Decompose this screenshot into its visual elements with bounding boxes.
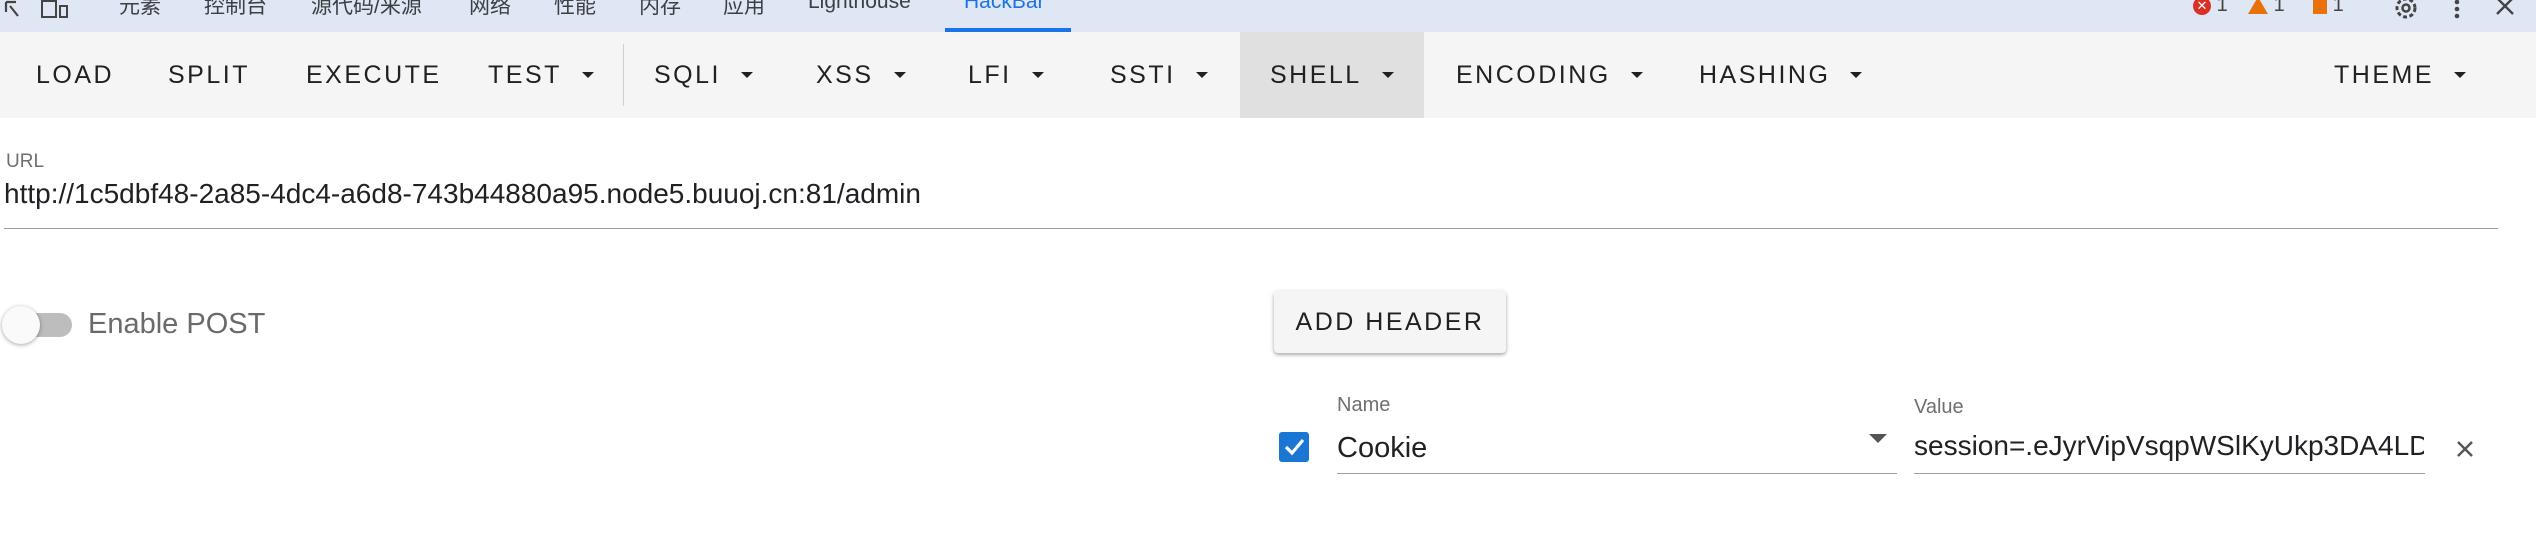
encoding-menu-button[interactable]: ENCODING bbox=[1440, 32, 1659, 118]
toggle-thumb[interactable] bbox=[2, 306, 40, 344]
theme-label: THEME bbox=[2334, 60, 2434, 89]
url-input-underline bbox=[4, 228, 2498, 229]
add-header-button[interactable]: ADD HEADER bbox=[1274, 291, 1506, 353]
execute-label: EXECUTE bbox=[306, 60, 442, 89]
tab-lighthouse[interactable]: Lighthouse bbox=[808, 0, 911, 14]
header-enabled-checkbox[interactable] bbox=[1279, 432, 1309, 462]
header-name-select[interactable]: Cookie bbox=[1337, 432, 1427, 465]
device-toggle-icon[interactable] bbox=[40, 0, 70, 20]
error-icon: ✕ bbox=[2193, 0, 2211, 15]
lfi-menu-button[interactable]: LFI bbox=[952, 32, 1060, 118]
header-value-underline bbox=[1914, 473, 2425, 474]
header-value-label: Value bbox=[1914, 396, 1964, 418]
issue-icon bbox=[2313, 0, 2327, 14]
add-header-label: ADD HEADER bbox=[1295, 307, 1485, 336]
chevron-down-icon bbox=[893, 72, 906, 78]
hashing-menu-button[interactable]: HASHING bbox=[1683, 32, 1878, 118]
header-value-input[interactable]: session=.eJyrVipVsqpWSlKyUkp3DA4LD bbox=[1914, 430, 2424, 462]
chevron-down-icon bbox=[1031, 72, 1044, 78]
errors-counter[interactable]: ✕ 1 bbox=[2193, 0, 2228, 17]
chevron-down-icon bbox=[1195, 72, 1208, 78]
sqli-label: SQLI bbox=[654, 60, 721, 89]
issues-count: 1 bbox=[2332, 0, 2344, 16]
ssti-menu-button[interactable]: SSTI bbox=[1094, 32, 1224, 118]
split-button[interactable]: SPLIT bbox=[152, 32, 266, 118]
chevron-down-icon bbox=[581, 72, 594, 78]
load-button[interactable]: LOAD bbox=[20, 32, 130, 118]
toolbar-divider bbox=[623, 44, 624, 106]
lfi-label: LFI bbox=[968, 60, 1012, 89]
hackbar-toolbar: LOAD SPLIT EXECUTE TEST SQLI XSS LFI SST… bbox=[0, 32, 2536, 118]
chevron-down-icon bbox=[1381, 72, 1394, 78]
encoding-label: ENCODING bbox=[1456, 60, 1611, 89]
xss-menu-button[interactable]: XSS bbox=[800, 32, 922, 118]
chevron-down-icon bbox=[2454, 72, 2466, 78]
warnings-count: 1 bbox=[2273, 0, 2285, 16]
load-label: LOAD bbox=[36, 60, 115, 89]
warning-icon bbox=[2248, 0, 2268, 15]
xss-label: XSS bbox=[816, 60, 874, 89]
tab-application[interactable]: 应用 bbox=[723, 0, 765, 20]
hashing-label: HASHING bbox=[1699, 60, 1831, 89]
test-menu-button[interactable]: TEST bbox=[472, 32, 610, 118]
tab-console[interactable]: 控制台 bbox=[204, 0, 267, 20]
tab-network[interactable]: 网络 bbox=[469, 0, 511, 20]
chevron-down-icon bbox=[1850, 72, 1863, 78]
split-label: SPLIT bbox=[168, 60, 250, 89]
url-input[interactable]: http://1c5dbf48-2a85-4dc4-a6d8-743b44880… bbox=[4, 178, 921, 210]
url-field-label: URL bbox=[6, 151, 45, 172]
more-icon[interactable] bbox=[2451, 0, 2463, 20]
close-icon[interactable] bbox=[2494, 0, 2516, 20]
issues-counter[interactable]: 1 bbox=[2313, 0, 2344, 17]
shell-label: SHELL bbox=[1270, 60, 1362, 89]
inspect-icon[interactable] bbox=[4, 0, 24, 20]
header-name-label: Name bbox=[1337, 394, 1391, 416]
sqli-menu-button[interactable]: SQLI bbox=[638, 32, 769, 118]
shell-menu-button[interactable]: SHELL bbox=[1240, 32, 1424, 118]
settings-icon[interactable] bbox=[2393, 0, 2419, 20]
remove-header-icon[interactable] bbox=[2452, 436, 2478, 462]
errors-count: 1 bbox=[2216, 0, 2228, 16]
chevron-down-icon bbox=[1630, 72, 1643, 78]
tab-hackbar[interactable]: HackBar bbox=[964, 0, 1045, 14]
tab-performance[interactable]: 性能 bbox=[554, 0, 596, 20]
dropdown-arrow-icon[interactable] bbox=[1869, 434, 1887, 443]
theme-menu-button[interactable]: THEME bbox=[2318, 32, 2482, 118]
devtools-tab-bar: 元素 控制台 源代码/来源 网络 性能 内存 应用 Lighthouse Hac… bbox=[0, 0, 2536, 33]
tab-sources[interactable]: 源代码/来源 bbox=[311, 0, 422, 20]
enable-post-label: Enable POST bbox=[88, 308, 266, 340]
execute-button[interactable]: EXECUTE bbox=[290, 32, 458, 118]
test-label: TEST bbox=[488, 60, 562, 89]
chevron-down-icon bbox=[740, 72, 753, 78]
check-icon bbox=[1284, 438, 1305, 456]
tab-elements[interactable]: 元素 bbox=[119, 0, 161, 20]
tab-memory[interactable]: 内存 bbox=[639, 0, 681, 20]
ssti-label: SSTI bbox=[1110, 60, 1176, 89]
header-name-underline bbox=[1337, 473, 1897, 474]
warnings-counter[interactable]: 1 bbox=[2248, 0, 2285, 17]
